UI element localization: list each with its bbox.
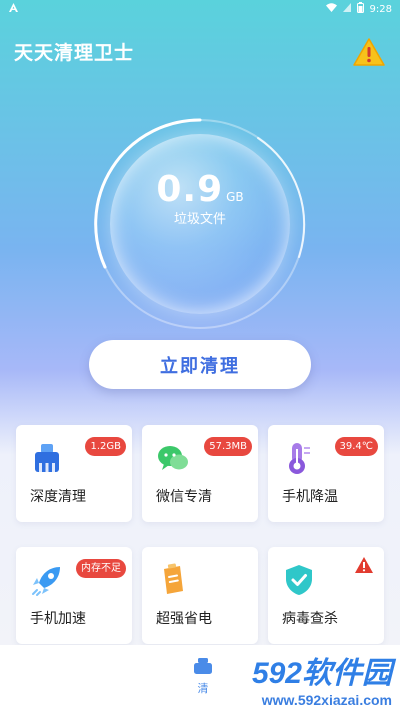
- card-label: 深度清理: [30, 489, 86, 505]
- wechat-clean-badge: 57.3MB: [204, 437, 252, 456]
- card-phone-boost[interactable]: 内存不足 手机加速: [16, 547, 132, 644]
- junk-size: 0.9 GB: [93, 169, 307, 210]
- card-label: 超强省电: [156, 611, 212, 627]
- deep-clean-badge: 1.2GB: [85, 437, 126, 456]
- watermark-url: www.592xiazai.com: [261, 692, 392, 708]
- battery-icon: [164, 563, 183, 594]
- card-power-save[interactable]: 超强省电: [142, 547, 258, 644]
- wechat-icon: [158, 446, 188, 470]
- card-label: 病毒查杀: [282, 611, 338, 627]
- card-deep-clean[interactable]: 1.2GB 深度清理: [16, 425, 132, 522]
- junk-label: 垃圾文件: [173, 212, 226, 227]
- nav-item-clean[interactable]: 清: [183, 657, 223, 696]
- wifi-icon: [325, 3, 337, 15]
- card-label: 手机降温: [282, 489, 338, 505]
- thermometer-icon: [289, 443, 310, 474]
- clean-nav-icon: [194, 658, 212, 674]
- watermark: 592软件园 www.592xiazai.com: [252, 648, 392, 708]
- rocket-icon: [32, 567, 60, 596]
- broom-icon: [35, 444, 59, 472]
- virus-warning-icon: [355, 557, 373, 573]
- card-phone-cool[interactable]: 39.4℃ 手机降温: [268, 425, 384, 522]
- status-bar: 9:28: [0, 0, 400, 18]
- phone-boost-badge: 内存不足: [76, 559, 126, 578]
- shield-icon: [286, 565, 312, 595]
- junk-size-unit: GB: [226, 190, 244, 204]
- junk-orb[interactable]: 0.9 GB 垃圾文件: [93, 117, 307, 331]
- card-wechat-clean[interactable]: 57.3MB 微信专清: [142, 425, 258, 522]
- nav-label-clean: 清: [197, 682, 209, 695]
- app-title: 天天清理卫士: [14, 42, 135, 64]
- warning-icon: [353, 38, 385, 66]
- junk-size-value: 0.9: [156, 169, 224, 210]
- watermark-brand: 592软件园: [251, 657, 392, 690]
- status-time: 9:28: [369, 3, 392, 15]
- card-virus-scan[interactable]: 病毒查杀: [268, 547, 384, 644]
- card-label: 手机加速: [30, 611, 86, 627]
- signal-icon: [342, 3, 351, 15]
- a-icon: [8, 2, 19, 16]
- warning-button[interactable]: [353, 37, 385, 67]
- phone-cool-badge: 39.4℃: [334, 437, 378, 456]
- battery-status-icon: [356, 2, 364, 16]
- clean-now-button[interactable]: 立即清理: [89, 340, 311, 389]
- card-label: 微信专清: [156, 489, 212, 505]
